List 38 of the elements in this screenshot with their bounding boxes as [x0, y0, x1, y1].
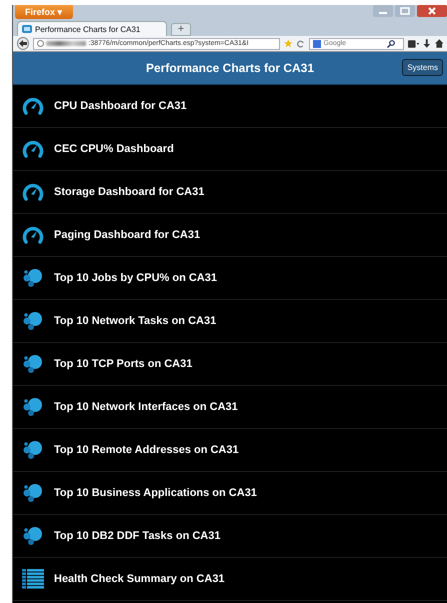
- list-item[interactable]: Top 10 Network Interfaces on CA31: [13, 386, 447, 429]
- list-item[interactable]: Paging Dashboard for CA31: [13, 214, 447, 257]
- back-button[interactable]: [17, 37, 30, 50]
- close-icon[interactable]: [417, 5, 447, 17]
- star-icon[interactable]: [284, 39, 293, 48]
- bubbles-icon: [22, 397, 44, 417]
- list-item[interactable]: Top 10 Jobs by CPU% on CA31: [13, 257, 447, 300]
- bubbles-icon: [22, 354, 44, 374]
- list-item[interactable]: Storage Dashboard for CA31: [13, 171, 447, 214]
- table-icon: [22, 569, 44, 589]
- search-icon[interactable]: [386, 40, 394, 48]
- site-icon: [22, 25, 32, 33]
- download-icon[interactable]: [422, 39, 430, 48]
- browser-tab[interactable]: Performance Charts for CA31: [17, 21, 167, 36]
- list-item[interactable]: Top 10 TCP Ports on CA31: [13, 343, 447, 386]
- bubbles-icon: [22, 268, 44, 288]
- list-item[interactable]: CPU Dashboard for CA31: [13, 85, 447, 128]
- list-item[interactable]: Top 10 Remote Addresses on CA31: [13, 429, 447, 472]
- globe-icon: [37, 40, 44, 47]
- new-tab-button[interactable]: +: [171, 23, 191, 36]
- reload-icon[interactable]: [296, 40, 304, 48]
- list-item[interactable]: Top 10 Business Applications on CA31: [13, 472, 447, 515]
- list-item[interactable]: Top 10 DB2 DDF Tasks on CA31: [13, 515, 447, 558]
- bubbles-icon: [22, 526, 44, 546]
- page-title: Performance Charts for CA31: [146, 61, 314, 75]
- bubbles-icon: [22, 483, 44, 503]
- home-icon[interactable]: [434, 39, 444, 48]
- bubbles-icon: [22, 440, 44, 460]
- gauge-icon: [22, 97, 44, 115]
- bubbles-icon: [22, 311, 44, 331]
- screenshot-icon[interactable]: [408, 40, 419, 48]
- gauge-icon: [22, 226, 44, 244]
- gauge-icon: [22, 183, 44, 201]
- list-item[interactable]: CEC CPU% Dashboard: [13, 128, 447, 171]
- list-item[interactable]: Top 10 Network Tasks on CA31: [13, 300, 447, 343]
- gauge-icon: [22, 140, 44, 158]
- list-item[interactable]: Health Check Summary on CA31: [13, 558, 447, 601]
- systems-button[interactable]: Systems: [402, 59, 443, 76]
